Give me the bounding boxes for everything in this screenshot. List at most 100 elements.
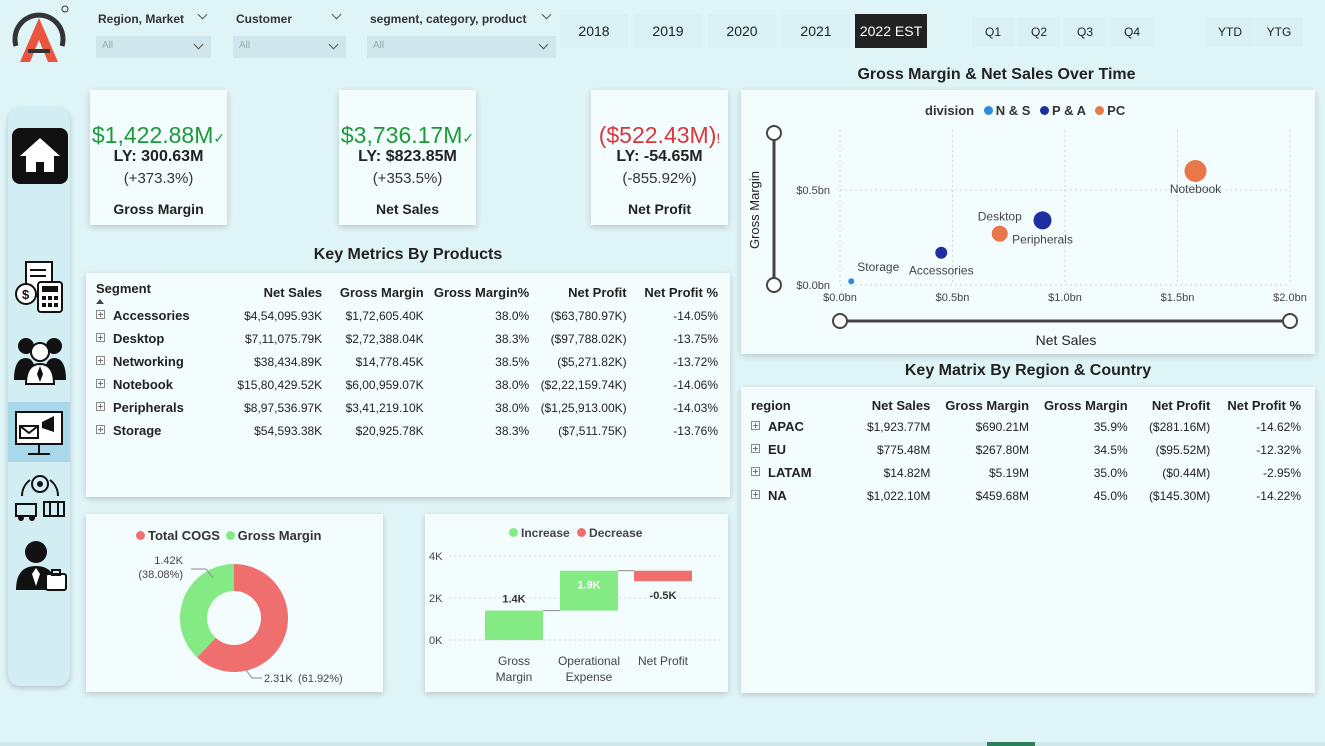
x-category-label: Operational bbox=[558, 654, 620, 668]
column-header[interactable]: Gross Margin bbox=[326, 281, 427, 304]
bar-value-label: -0.5K bbox=[650, 590, 677, 602]
kpi-title: Gross Margin bbox=[113, 201, 204, 217]
donut-slice[interactable] bbox=[180, 564, 234, 658]
column-header[interactable]: Net Profit % bbox=[1214, 395, 1305, 415]
chevron-down-icon[interactable] bbox=[197, 9, 208, 20]
expand-icon[interactable] bbox=[96, 425, 105, 434]
expand-icon[interactable] bbox=[751, 444, 760, 453]
slider-handle[interactable] bbox=[832, 313, 848, 329]
expand-icon[interactable] bbox=[96, 356, 105, 365]
slider-handle[interactable] bbox=[1282, 313, 1298, 329]
expand-icon[interactable] bbox=[96, 379, 105, 388]
slice-value-label: 1.42K bbox=[154, 555, 183, 567]
slicer-value[interactable]: All bbox=[96, 36, 211, 58]
table-row[interactable]: Accessories $4,54,095.93K $1,72,605.40K 38.… bbox=[92, 304, 722, 327]
calculator-invoice-icon: $ bbox=[15, 261, 63, 313]
quarter-button-q2[interactable]: Q2 bbox=[1018, 17, 1060, 47]
table-cell: 45.0% bbox=[1093, 488, 1128, 503]
year-button-2020[interactable]: 2020 bbox=[708, 14, 776, 48]
table-cell: -12.32% bbox=[1256, 442, 1301, 457]
table-row[interactable]: Desktop $7,11,075.79K $2,72,388.04K 38.3% ($… bbox=[92, 327, 722, 350]
slice-value-label: 2.31K bbox=[264, 673, 293, 685]
column-header[interactable]: Net Profit % bbox=[631, 281, 722, 304]
product-table-title: Key Metrics By Products bbox=[313, 246, 503, 263]
table-row[interactable]: Notebook $15,80,429.52K $6,00,959.07K 38.0%… bbox=[92, 373, 722, 396]
table-row[interactable]: Peripherals $8,97,536.97K $3,41,219.10K 38.… bbox=[92, 396, 722, 419]
chevron-down-icon[interactable] bbox=[331, 9, 342, 20]
expand-icon[interactable] bbox=[751, 467, 760, 476]
point-label: Desktop bbox=[978, 210, 1022, 224]
period-button-ytg[interactable]: YTG bbox=[1255, 17, 1303, 47]
page-tabs-strip bbox=[0, 742, 1325, 746]
column-header[interactable]: Net Profit bbox=[1132, 395, 1215, 415]
column-header[interactable]: Gross Margin bbox=[1033, 395, 1132, 415]
quarter-button-q4[interactable]: Q4 bbox=[1110, 17, 1154, 47]
table-row[interactable]: NA $1,022.10M $459.68M 45.0% ($145.30M) -14.2… bbox=[747, 484, 1305, 507]
waterfall-bar[interactable] bbox=[634, 570, 692, 582]
expand-icon[interactable] bbox=[96, 402, 105, 411]
nav-marketing-button[interactable] bbox=[8, 402, 70, 462]
column-header[interactable]: Gross Margin% bbox=[428, 281, 534, 304]
slicer-value[interactable]: All bbox=[233, 36, 346, 58]
table-cell: $14.82M bbox=[883, 465, 931, 480]
table-row[interactable]: EU $775.48M $267.80M 34.5% ($95.52M) -12.32% bbox=[747, 438, 1305, 461]
scatter-point[interactable] bbox=[935, 246, 948, 259]
quarter-button-q1[interactable]: Q1 bbox=[972, 17, 1014, 47]
alert-icon: ! bbox=[716, 130, 721, 146]
column-header[interactable]: region bbox=[747, 395, 848, 415]
year-button-2018[interactable]: 2018 bbox=[560, 14, 628, 48]
table-cell: -14.06% bbox=[673, 377, 718, 392]
active-page-tab[interactable] bbox=[987, 742, 1035, 746]
period-button-ytd[interactable]: YTD bbox=[1206, 17, 1254, 47]
table-cell: -13.72% bbox=[673, 354, 718, 369]
scatter-point[interactable] bbox=[991, 225, 1008, 242]
expand-icon[interactable] bbox=[751, 490, 760, 499]
quarter-button-q3[interactable]: Q3 bbox=[1064, 17, 1106, 47]
expand-icon[interactable] bbox=[96, 333, 105, 342]
table-row[interactable]: Networking $38,434.89K $14,778.45K 38.5% ($5… bbox=[92, 350, 722, 373]
table-cell: $5.19M bbox=[989, 465, 1030, 480]
table-cell: -14.05% bbox=[673, 308, 718, 323]
column-header[interactable]: Gross Margin bbox=[934, 395, 1033, 415]
table-row[interactable]: LATAM $14.82M $5.19M 35.0% ($0.44M) -2.95% bbox=[747, 461, 1305, 484]
column-header[interactable]: Net Sales bbox=[232, 281, 326, 304]
x-category-label: Margin bbox=[496, 670, 533, 684]
column-header[interactable]: Net Sales bbox=[848, 395, 935, 415]
marketing-monitor-icon bbox=[15, 411, 63, 455]
x-category-label: Expense bbox=[566, 670, 613, 684]
table-row[interactable]: Storage $54,593.38K $20,925.78K 38.3% ($7,51… bbox=[92, 419, 722, 442]
table-cell: -14.22% bbox=[1256, 488, 1301, 503]
donut-chart: 1.42K (38.08%) 2.31K (61.92%) bbox=[138, 555, 342, 685]
column-header[interactable]: Segment bbox=[92, 281, 232, 304]
nav-supply-chain-button[interactable] bbox=[12, 470, 68, 526]
x-tick-label: $1.0bn bbox=[1048, 292, 1082, 304]
nav-finance-button[interactable]: $ bbox=[12, 258, 68, 314]
expand-icon[interactable] bbox=[751, 421, 760, 430]
scatter-point[interactable] bbox=[1033, 211, 1052, 230]
chevron-down-icon[interactable] bbox=[541, 9, 552, 20]
table-cell: 34.5% bbox=[1093, 442, 1128, 457]
year-button-2022-est[interactable]: 2022 EST bbox=[855, 14, 927, 48]
year-button-2019[interactable]: 2019 bbox=[634, 14, 702, 48]
expand-icon[interactable] bbox=[96, 310, 105, 319]
waterfall-bar[interactable] bbox=[485, 610, 543, 640]
nav-executive-button[interactable] bbox=[12, 538, 68, 594]
row-label: Accessories bbox=[92, 304, 232, 327]
scatter-point[interactable] bbox=[848, 278, 855, 285]
table-cell: $775.48M bbox=[876, 442, 931, 457]
scatter-point[interactable] bbox=[1184, 160, 1207, 182]
point-label: Storage bbox=[857, 260, 899, 274]
column-header[interactable]: Net Profit bbox=[533, 281, 630, 304]
x-category-label: Net Profit bbox=[638, 654, 689, 668]
scatter-plot: $0.0bn $0.5bn $1.0bn $1.5bn $2.0bn $0.0bn $0.5… bbox=[747, 125, 1307, 348]
slider-handle[interactable] bbox=[766, 125, 782, 141]
year-button-2021[interactable]: 2021 bbox=[782, 14, 850, 48]
nav-customers-button[interactable] bbox=[12, 330, 68, 386]
row-label: Desktop bbox=[92, 327, 232, 350]
slider-handle[interactable] bbox=[766, 277, 782, 293]
table-cell: $54,593.38K bbox=[254, 423, 323, 438]
slicer-value[interactable]: All bbox=[367, 36, 556, 58]
table-row[interactable]: APAC $1,923.77M $690.21M 35.9% ($281.16M) -14… bbox=[747, 415, 1305, 438]
nav-home-button[interactable] bbox=[12, 128, 68, 184]
table-cell: $20,925.78K bbox=[355, 423, 424, 438]
